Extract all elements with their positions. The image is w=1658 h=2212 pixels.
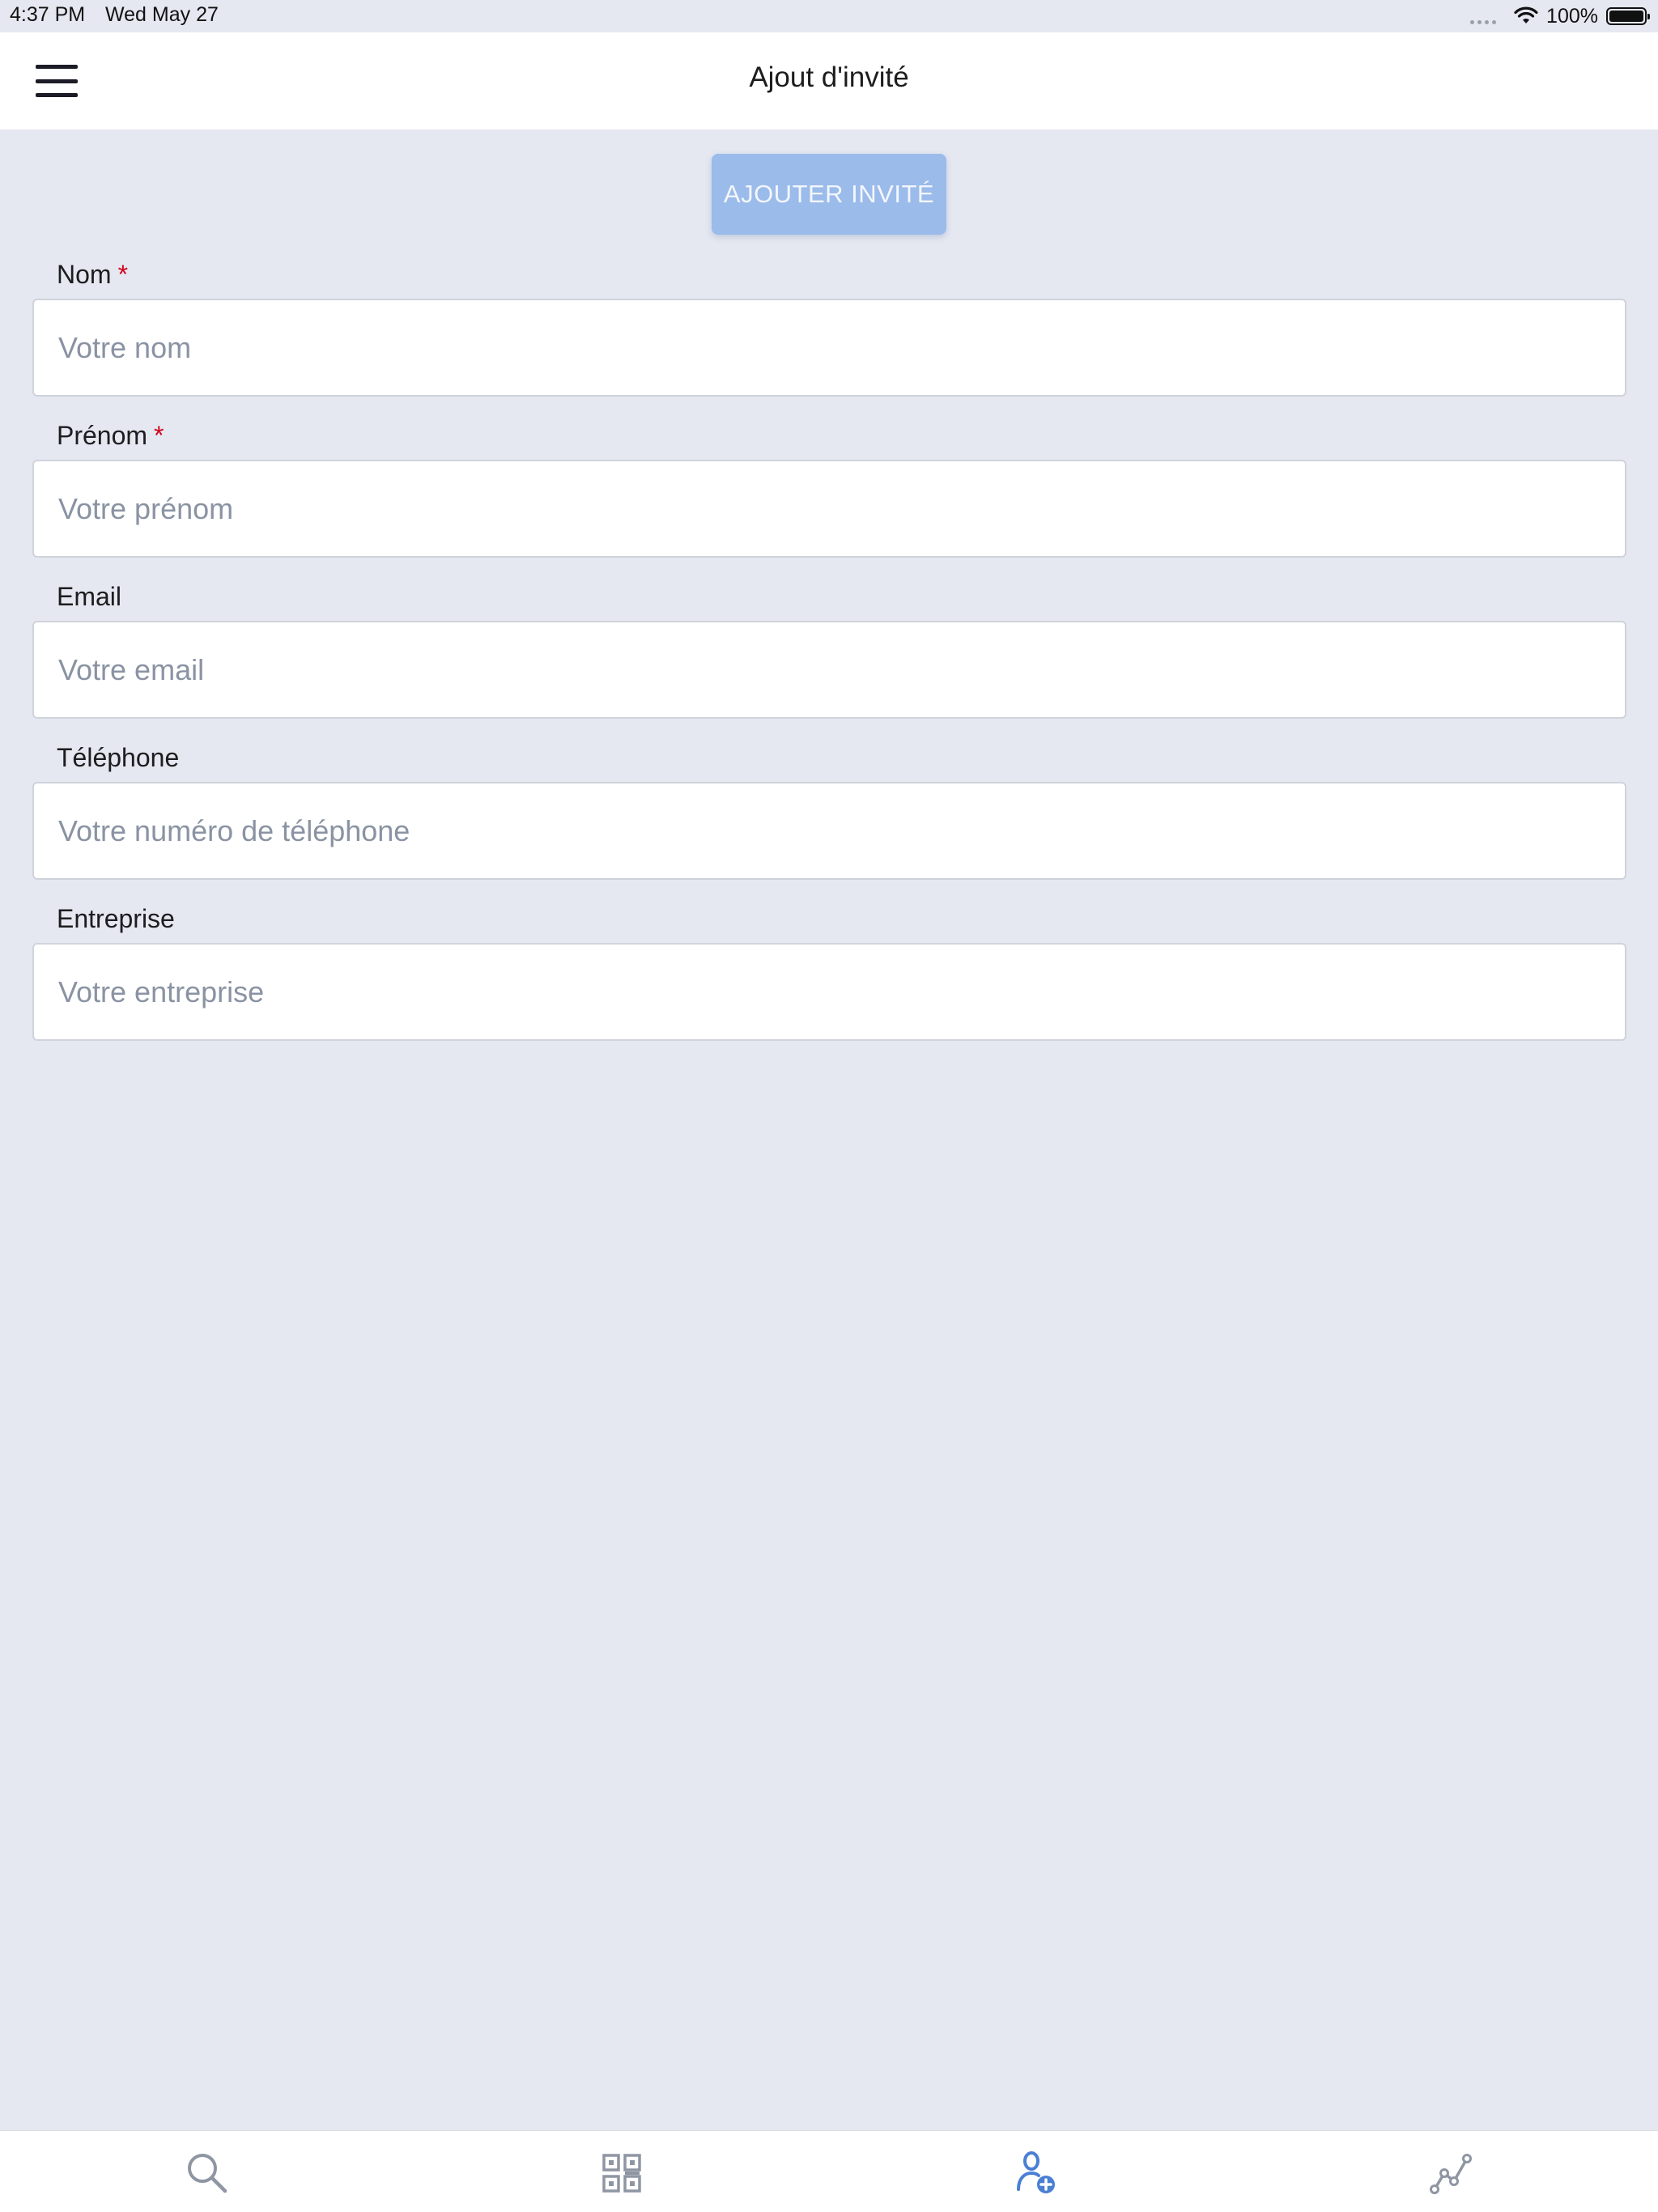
- search-icon: [188, 2154, 227, 2193]
- tab-qr-scan[interactable]: [597, 2149, 646, 2197]
- app-header: Ajout d'invité: [0, 32, 1658, 129]
- cellular-signal-icon: [1470, 9, 1497, 24]
- tab-statistics[interactable]: [1426, 2149, 1475, 2197]
- field-label-text: Téléphone: [57, 743, 180, 772]
- qr-code-icon: [602, 2154, 641, 2193]
- tab-add-guest[interactable]: [1012, 2149, 1061, 2197]
- required-marker: *: [117, 260, 129, 289]
- field-label-nom: Nom *: [57, 260, 128, 290]
- field-label-prenom: Prénom *: [57, 421, 164, 451]
- battery-percentage: 100%: [1546, 4, 1598, 28]
- required-marker: *: [154, 421, 164, 450]
- status-date: Wed May 27: [105, 3, 219, 26]
- add-user-icon: [1017, 2151, 1055, 2193]
- page-title: Ajout d'invité: [749, 62, 909, 93]
- prenom-input[interactable]: [32, 460, 1626, 558]
- field-label-text: Prénom: [57, 421, 148, 450]
- status-indicators: 100%: [1470, 2, 1650, 30]
- field-label-email: Email: [57, 582, 121, 612]
- add-guest-button[interactable]: AJOUTER INVITÉ: [712, 154, 946, 235]
- status-time: 4:37 PM: [10, 3, 86, 26]
- field-label-text: Email: [57, 582, 122, 611]
- telephone-input[interactable]: [32, 782, 1626, 880]
- field-label-telephone: Téléphone: [57, 743, 179, 773]
- status-bar: 4:37 PM Wed May 27 100%: [0, 0, 1658, 32]
- wifi-icon: [1514, 6, 1538, 23]
- nom-input[interactable]: [32, 299, 1626, 397]
- email-input[interactable]: [32, 621, 1626, 719]
- bottom-tab-bar: [0, 2130, 1658, 2212]
- entreprise-input[interactable]: [32, 943, 1626, 1041]
- field-label-text: Nom: [57, 260, 112, 289]
- field-label-entreprise: Entreprise: [57, 904, 175, 934]
- battery-icon: [1606, 7, 1650, 25]
- field-label-text: Entreprise: [57, 904, 175, 933]
- stats-chart-icon: [1430, 2154, 1472, 2194]
- tab-search[interactable]: [183, 2149, 232, 2197]
